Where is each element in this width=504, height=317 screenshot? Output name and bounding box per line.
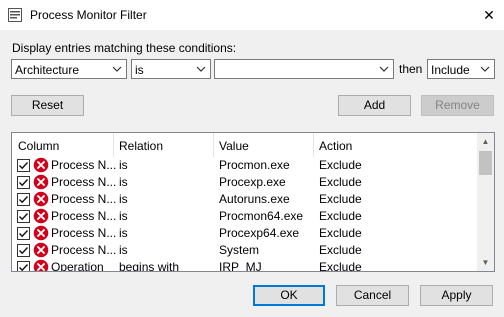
header-divider [113,133,114,157]
table-row[interactable]: Process N... is Autoruns.exe Exclude [12,191,478,208]
enable-checkbox[interactable] [17,261,30,271]
row-action: Exclude [319,226,362,240]
cancel-button[interactable]: Cancel [336,285,409,306]
chevron-down-icon [112,66,122,72]
relation-select[interactable]: is [131,59,211,79]
row-action: Exclude [319,260,362,272]
row-value: System [219,243,260,257]
row-relation: is [119,158,128,172]
row-value: Procexp64.exe [219,226,300,240]
row-relation: is [119,243,128,257]
exclude-icon [33,208,49,224]
exclude-icon [33,174,49,190]
process-monitor-filter-dialog: Process Monitor Filter ✕ Display entries… [0,0,504,317]
exclude-icon [33,259,49,271]
row-relation: is [119,192,128,206]
column-select-value: Architecture [15,63,80,77]
enable-checkbox[interactable] [17,244,30,257]
row-value: Procmon64.exe [219,209,304,223]
value-combobox[interactable] [214,59,394,79]
header-divider [213,133,214,157]
filter-list-header: Column Relation Value Action [12,133,478,157]
row-action: Exclude [319,192,362,206]
checkmark-icon [19,196,29,204]
exclude-icon [33,225,49,241]
header-divider [313,133,314,157]
title-bar: Process Monitor Filter ✕ [0,0,504,30]
checkmark-icon [19,247,29,255]
window-title: Process Monitor Filter [30,8,147,22]
column-header-value[interactable]: Value [219,139,249,153]
chevron-down-icon [379,66,389,72]
ok-button[interactable]: OK [253,285,325,306]
table-row[interactable]: Process N... is Procexp.exe Exclude [12,174,478,191]
column-header-relation[interactable]: Relation [119,139,163,153]
scrollbar-thumb[interactable] [479,151,492,175]
column-header-action[interactable]: Action [319,139,352,153]
reset-button[interactable]: Reset [11,95,84,116]
table-row[interactable]: Process N... is Procmon.exe Exclude [12,157,478,174]
checkmark-icon [19,162,29,170]
add-button[interactable]: Add [338,95,411,116]
chevron-down-icon [196,66,206,72]
filter-app-icon [8,8,22,22]
exclude-icon [33,191,49,207]
enable-checkbox[interactable] [17,159,30,172]
action-select-value: Include [431,63,470,77]
row-action: Exclude [319,175,362,189]
table-row[interactable]: Process N... is System Exclude [12,242,478,259]
exclude-icon [33,157,49,173]
conditions-label: Display entries matching these condition… [12,41,237,55]
checkmark-icon [19,213,29,221]
chevron-down-icon [480,66,490,72]
close-icon: ✕ [483,7,495,23]
apply-button[interactable]: Apply [420,285,493,306]
scroll-down-icon[interactable]: ▼ [477,254,494,271]
table-row[interactable]: Process N... is Procexp64.exe Exclude [12,225,478,242]
enable-checkbox[interactable] [17,210,30,223]
table-row[interactable]: Operation begins with IRP_MJ_ Exclude [12,259,478,272]
checkmark-icon [19,179,29,187]
relation-select-value: is [135,63,144,77]
checkmark-icon [19,264,29,271]
row-action: Exclude [319,243,362,257]
row-column: Process N... [51,209,117,223]
vertical-scrollbar[interactable]: ▲ ▼ [477,133,494,271]
row-value: Autoruns.exe [219,192,290,206]
close-button[interactable]: ✕ [474,0,504,30]
row-column: Process N... [51,226,117,240]
row-relation: begins with [119,260,180,272]
row-value: Procexp.exe [219,175,286,189]
enable-checkbox[interactable] [17,227,30,240]
row-value: Procmon.exe [219,158,290,172]
row-value: IRP_MJ_ [219,260,269,272]
column-header-column[interactable]: Column [18,139,59,153]
enable-checkbox[interactable] [17,193,30,206]
exclude-icon [33,242,49,258]
action-select[interactable]: Include [427,59,495,79]
row-relation: is [119,209,128,223]
column-select[interactable]: Architecture [11,59,127,79]
then-label: then [399,62,423,76]
enable-checkbox[interactable] [17,176,30,189]
table-row[interactable]: Process N... is Procmon64.exe Exclude [12,208,478,225]
filter-list[interactable]: Column Relation Value Action Process N..… [11,132,495,272]
row-action: Exclude [319,209,362,223]
checkmark-icon [19,230,29,238]
row-column: Process N... [51,243,117,257]
row-column: Operation [51,260,104,272]
row-relation: is [119,226,128,240]
remove-button[interactable]: Remove [421,95,494,116]
row-column: Process N... [51,158,117,172]
scroll-up-icon[interactable]: ▲ [477,133,494,150]
row-relation: is [119,175,128,189]
row-column: Process N... [51,192,117,206]
row-column: Process N... [51,175,117,189]
row-action: Exclude [319,158,362,172]
